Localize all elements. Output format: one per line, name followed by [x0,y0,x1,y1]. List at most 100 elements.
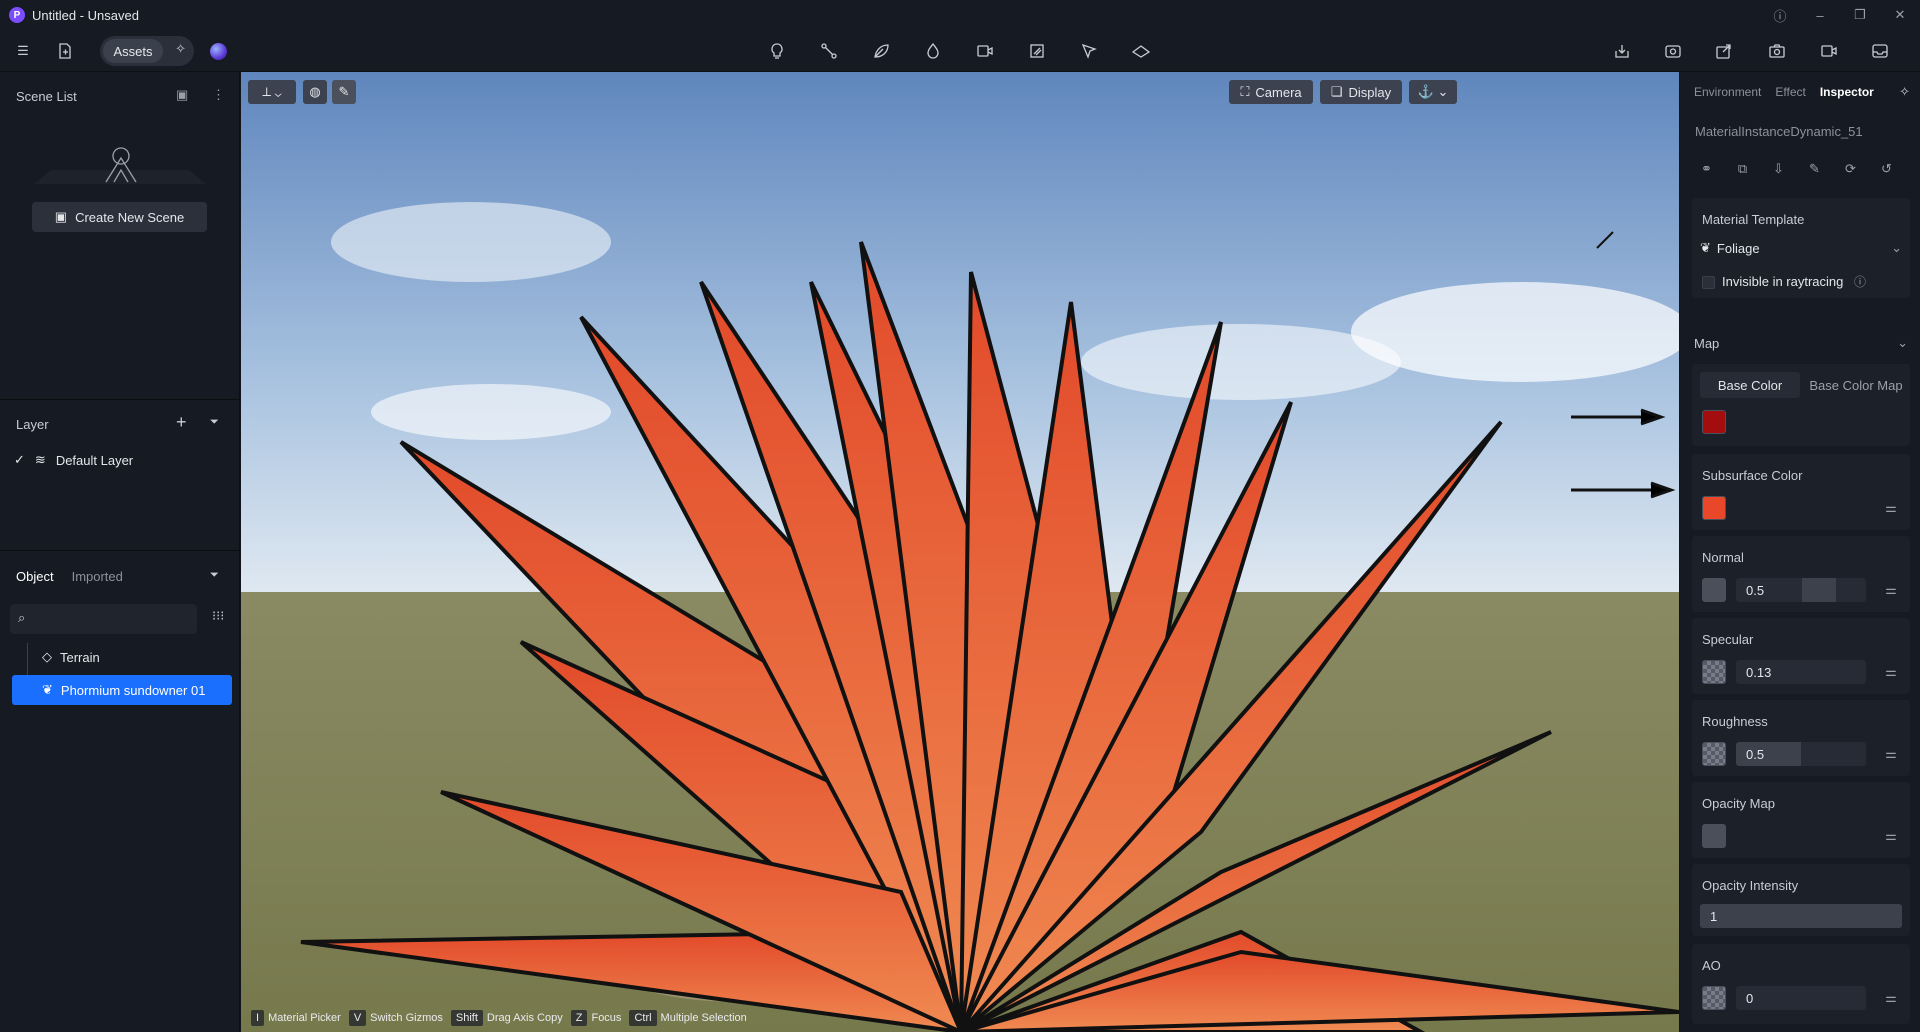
assets-toggle: Assets ✧ [100,36,194,66]
adjust-icon[interactable]: ⚌ [1882,827,1900,845]
object-search-input[interactable]: ⌕ [10,604,197,634]
gizmo-icon: ⟂ ⌄ [262,84,282,99]
base-color-map-tab[interactable]: Base Color Map [1804,372,1908,398]
scene-list-title: Scene List [16,89,77,104]
adjust-icon[interactable]: ⚌ [1882,745,1900,763]
shortcut-hints: I Material Picker V Switch Gizmos Shift Dra… [251,1010,747,1026]
specular-value-field[interactable]: 0.13 [1736,660,1866,684]
specular-map-swatch[interactable] [1702,660,1726,684]
video-icon[interactable] [1815,37,1843,65]
minimize-button[interactable]: – [1800,0,1840,30]
check-icon[interactable]: ✓ [14,452,25,468]
adjust-icon[interactable]: ⚌ [1882,499,1900,517]
base-color-tab[interactable]: Base Color [1700,372,1800,398]
normal-value-field[interactable]: 0.5 [1736,578,1866,602]
opacity-intensity-field[interactable]: 1 [1700,904,1902,928]
restore-button[interactable]: ❐ [1840,0,1880,30]
edit-material-icon[interactable]: ✎ [1802,156,1827,181]
material-link-icon[interactable]: ⚭ [1694,156,1719,181]
more-icon[interactable]: ⋮ [212,87,225,103]
help-icon[interactable]: ⓘ [1854,273,1866,290]
normal-map-swatch[interactable] [1702,578,1726,602]
layer-item-default[interactable]: ✓ ≋ Default Layer [14,452,133,468]
camera-button[interactable]: ⛶ Camera [1229,80,1313,104]
render-gallery-icon[interactable] [1659,37,1687,65]
tab-object[interactable]: Object [16,569,54,584]
roughness-map-swatch[interactable] [1702,742,1726,766]
create-new-scene-button[interactable]: ▣ Create New Scene [32,202,207,232]
world-space-icon[interactable]: ◍ [303,80,327,104]
water-icon[interactable] [919,37,947,65]
adjust-icon[interactable]: ⚌ [1882,989,1900,1007]
import-model-icon[interactable] [1608,37,1636,65]
close-button[interactable]: ✕ [1880,0,1920,30]
ai-sparkle-icon[interactable]: ✧ [175,41,186,57]
screenshot-icon[interactable] [1763,37,1791,65]
scene-render [241,72,1679,1032]
tab-inspector[interactable]: Inspector [1820,85,1874,99]
display-button[interactable]: ❏ Display [1320,80,1402,104]
template-select[interactable]: ❦ Foliage ⌄ [1700,236,1902,260]
map-section-title: Map [1694,336,1720,351]
base-color-swatch[interactable] [1702,410,1726,434]
left-panel: Scene List ▣ ⋮ ▣ Create New Scene Layer … [0,72,240,1032]
material-template-card: Material Template ❦ Foliage ⌄ Invisible … [1692,198,1910,298]
shortcut-switch-gizmos: V Switch Gizmos [348,1010,443,1026]
normal-card: Normal 0.5 ⚌ [1692,536,1910,612]
ai-orb-icon[interactable] [210,43,227,60]
template-label: Material Template [1702,212,1805,227]
roughness-card: Roughness 0.5 ⚌ [1692,700,1910,776]
assets-button[interactable]: Assets [103,39,163,63]
tree-item-terrain[interactable]: ◇ Terrain [12,642,232,672]
app-logo: P [9,7,25,23]
3d-viewport[interactable]: ⟂ ⌄ ◍ ✎ ⛶ Camera ❏ Display ⚓ ⌄ I Material P… [241,72,1679,1032]
replace-material-icon[interactable]: ⟳ [1838,156,1863,181]
tree-item-phormium[interactable]: ❦ Phormium sundowner 01 [12,675,232,705]
opacity-map-swatch[interactable] [1702,824,1726,848]
ao-value-field[interactable]: 0 [1736,986,1866,1010]
camera-path-icon[interactable] [971,37,999,65]
opacity-map-card: Opacity Map ⚌ [1692,782,1910,858]
menu-icon[interactable]: ☰ [9,37,37,65]
main-toolbar: ☰ Assets ✧ [0,30,1920,72]
reset-icon[interactable]: ↺ [1874,156,1899,181]
light-icon[interactable] [763,37,791,65]
layer-filter-icon[interactable]: ⏷ [210,416,219,429]
help-icon[interactable]: ⓘ [1760,0,1800,30]
duplicate-icon[interactable]: ⧉ [1730,156,1755,181]
view-mode-dropdown[interactable]: ⚓ ⌄ [1409,80,1457,104]
collapse-icon[interactable]: ⌄ [1897,335,1908,351]
object-filter-icon[interactable]: ⏷ [210,569,219,582]
adjust-icon[interactable]: ⚌ [1882,663,1900,681]
terrain-tool-icon[interactable] [1127,37,1155,65]
import-material-icon[interactable]: ⇩ [1766,156,1791,181]
ao-map-swatch[interactable] [1702,986,1726,1010]
ai-assist-icon[interactable]: ✧ [1899,84,1910,100]
view-mode-icon: ⚓ ⌄ [1417,84,1449,99]
tab-environment[interactable]: Environment [1694,85,1761,99]
vegetation-icon[interactable] [867,37,895,65]
eyedropper-icon[interactable]: ✎ [332,80,356,104]
new-file-icon[interactable] [51,37,79,65]
search-icon: ⌕ [18,610,26,625]
normal-slider-fill [1802,578,1836,602]
adjust-icon[interactable]: ⚌ [1882,581,1900,599]
add-scene-icon[interactable]: ▣ [176,87,188,103]
invisible-raytracing-checkbox[interactable] [1702,276,1715,289]
inbox-icon[interactable] [1866,37,1894,65]
tab-effect[interactable]: Effect [1775,85,1805,99]
add-layer-icon[interactable]: + [176,412,187,433]
subsurface-swatch[interactable] [1702,496,1726,520]
annotation-icon[interactable] [1075,37,1103,65]
tab-imported[interactable]: Imported [72,569,123,584]
path-tool-icon[interactable] [815,37,843,65]
foliage-icon: ❦ [1700,240,1711,255]
shortcut-material-picker: I Material Picker [251,1010,341,1026]
gizmo-dropdown[interactable]: ⟂ ⌄ [248,80,296,104]
grid-view-icon[interactable]: ⁝⁝⁝ [212,608,224,624]
shortcut-drag-copy: Shift Drag Axis Copy [450,1010,563,1026]
section-icon[interactable] [1023,37,1051,65]
roughness-value-field[interactable]: 0.5 [1736,742,1866,766]
export-icon[interactable] [1710,37,1738,65]
ao-label: AO [1702,958,1721,973]
